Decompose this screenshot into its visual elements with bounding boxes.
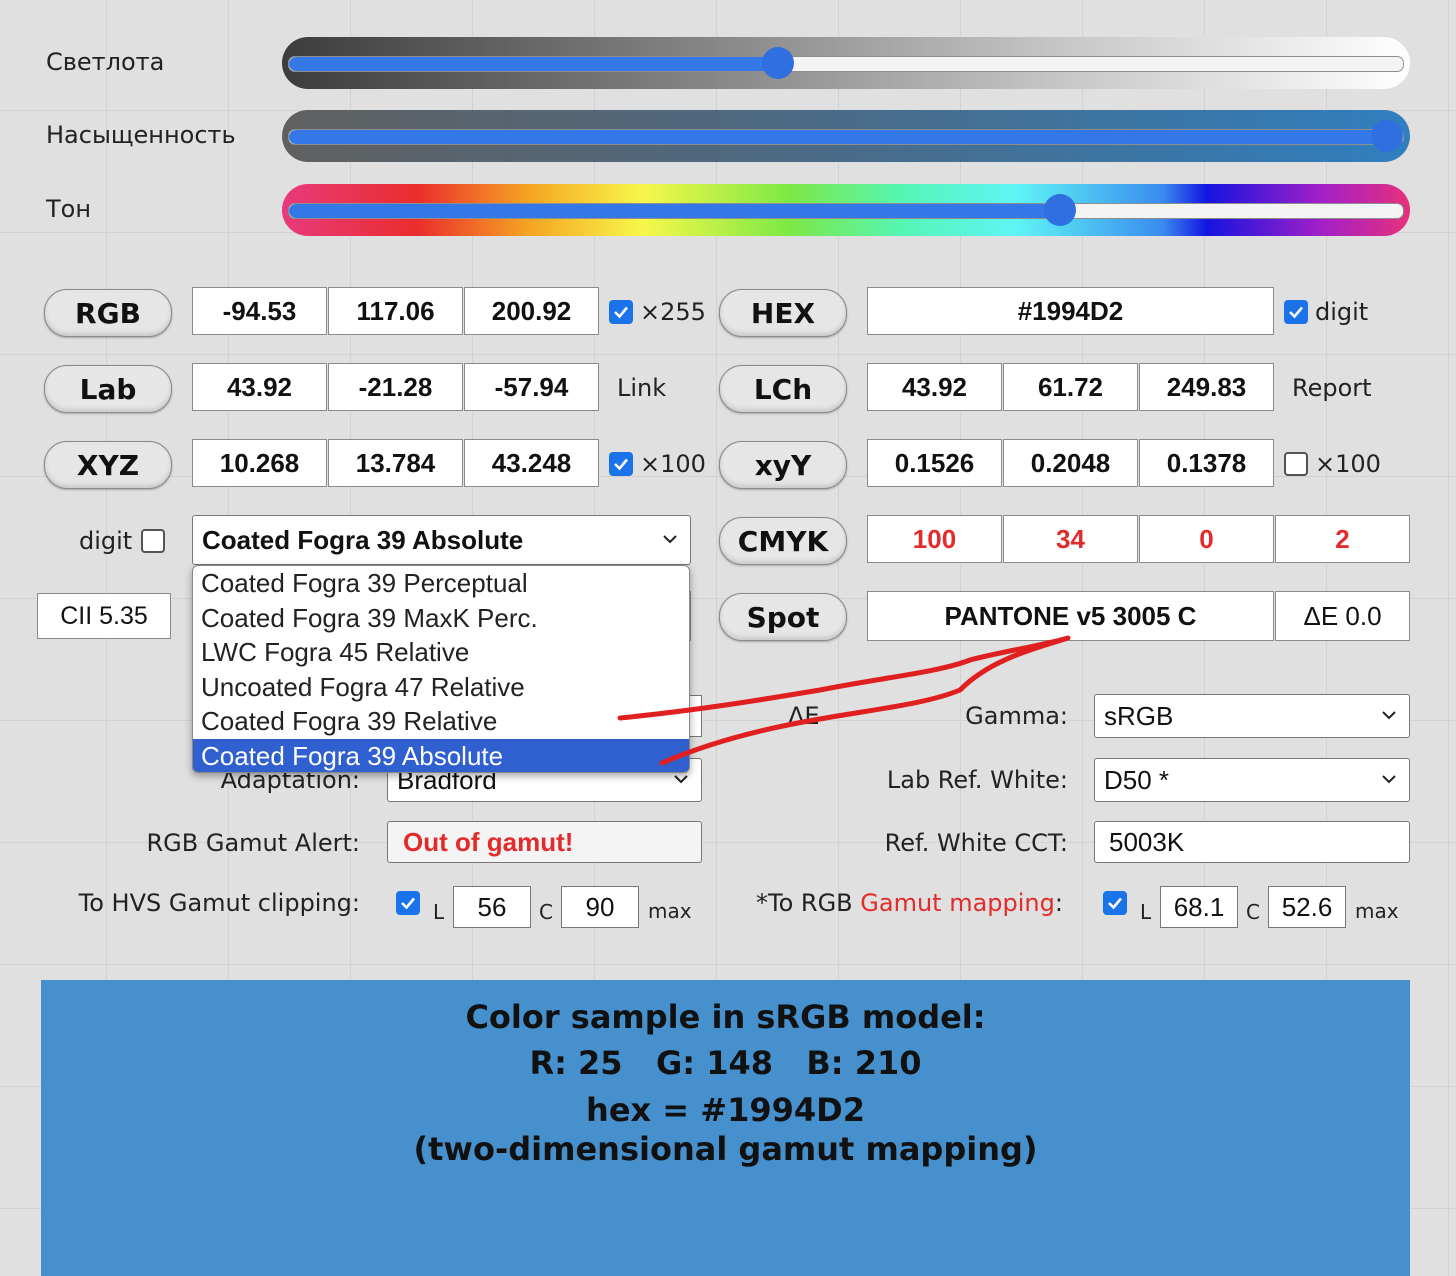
hvs-l-input[interactable]: 56 [453, 886, 531, 928]
lab-a-field[interactable]: -21.28 [328, 363, 463, 411]
hvs-c-label: C [539, 900, 553, 924]
hue-label: Тон [46, 195, 92, 223]
ref-white-cct-field[interactable]: 5003K [1094, 821, 1410, 863]
gamma-select[interactable]: sRGB [1094, 694, 1410, 738]
lab-ref-white-label: Lab Ref. White: [886, 766, 1068, 794]
rgb-mapping-checkbox[interactable] [1103, 891, 1127, 915]
rgb-button[interactable]: RGB [44, 289, 172, 337]
profile-option[interactable]: Uncoated Fogra 47 Relative [193, 670, 689, 705]
rgb-x255-label: ×255 [640, 298, 706, 326]
link-label[interactable]: Link [617, 374, 666, 402]
cmyk-c-field[interactable]: 100 [867, 515, 1002, 563]
chevron-down-icon [674, 775, 688, 784]
rgb-mapping-label: *To RGB Gamut mapping: [756, 889, 1063, 917]
xyz-x100-checkbox[interactable] [609, 452, 633, 476]
lab-ref-white-value: D50 * [1104, 764, 1170, 795]
rgb-mapping-c-input[interactable]: 52.6 [1268, 886, 1346, 928]
chevron-down-icon [663, 535, 677, 544]
gamma-select-value: sRGB [1104, 700, 1174, 731]
digit-label: digit [79, 527, 133, 555]
profile-select-value: Coated Fogra 39 Absolute [202, 524, 524, 555]
hvs-c-input[interactable]: 90 [561, 886, 639, 928]
xyy-x100-checkbox[interactable] [1284, 452, 1308, 476]
xyy-x-field[interactable]: 0.1526 [867, 439, 1002, 487]
hvs-l-label: L [433, 900, 445, 924]
delta-e-label: ΔE [788, 702, 820, 730]
chevron-down-icon [1382, 711, 1396, 720]
xyz-x100-label: ×100 [640, 450, 706, 478]
rgb-mapping-l-label: L [1140, 900, 1152, 924]
sample-note: (two-dimensional gamut mapping) [413, 1130, 1038, 1168]
lch-h-field[interactable]: 249.83 [1139, 363, 1274, 411]
hex-digit-checkbox[interactable] [1284, 300, 1308, 324]
ref-white-cct-label: Ref. White CCT: [884, 829, 1068, 857]
chevron-down-icon [1382, 775, 1396, 784]
digit-checkbox[interactable] [141, 529, 165, 553]
gamut-alert-field: Out of gamut! [387, 821, 702, 863]
cmyk-m-field[interactable]: 34 [1003, 515, 1138, 563]
color-sample-panel: Color sample in sRGB model: R: 25 G: 148… [41, 980, 1410, 1276]
profile-option[interactable]: Coated Fogra 39 MaxK Perc. [193, 601, 689, 636]
hue-slider[interactable] [282, 184, 1410, 236]
xyz-x-field[interactable]: 10.268 [192, 439, 327, 487]
check-icon [1289, 306, 1303, 319]
rgb-mapping-l-input[interactable]: 68.1 [1160, 886, 1238, 928]
rgb-mapping-c-label: C [1246, 900, 1260, 924]
profile-select[interactable]: Coated Fogra 39 Absolute [192, 515, 691, 565]
lightness-slider[interactable] [282, 37, 1410, 89]
xyz-y-field[interactable]: 13.784 [328, 439, 463, 487]
lab-l-field[interactable]: 43.92 [192, 363, 327, 411]
rgb-b-field[interactable]: 200.92 [464, 287, 599, 335]
lch-button[interactable]: LCh [719, 365, 847, 413]
hex-digit-label: digit [1315, 298, 1369, 326]
gamut-alert-label: RGB Gamut Alert: [146, 829, 360, 857]
hvs-max-label: max [648, 899, 692, 923]
xyz-z-field[interactable]: 43.248 [464, 439, 599, 487]
xyy-Y-field[interactable]: 0.1378 [1139, 439, 1274, 487]
saturation-slider[interactable] [282, 110, 1410, 162]
sample-title: Color sample in sRGB model: [465, 998, 986, 1036]
check-icon [401, 897, 415, 910]
rgb-g-field[interactable]: 117.06 [328, 287, 463, 335]
lightness-label: Светлота [46, 48, 165, 76]
sample-hex: hex = #1994D2 [586, 1091, 865, 1129]
lab-b-field[interactable]: -57.94 [464, 363, 599, 411]
cmyk-k-field[interactable]: 2 [1275, 515, 1410, 563]
cii-field: CII 5.35 [37, 593, 171, 639]
rgb-r-field[interactable]: -94.53 [192, 287, 327, 335]
gamma-label: Gamma: [965, 702, 1068, 730]
lch-c-field[interactable]: 61.72 [1003, 363, 1138, 411]
xyy-button[interactable]: xyY [719, 441, 847, 489]
report-label[interactable]: Report [1292, 374, 1372, 402]
rgb-mapping-max-label: max [1355, 899, 1399, 923]
hvs-clipping-label: To HVS Gamut clipping: [78, 889, 360, 917]
profile-option-selected[interactable]: Coated Fogra 39 Absolute [193, 738, 689, 772]
xyz-button[interactable]: XYZ [44, 441, 172, 489]
xyy-x100-label: ×100 [1315, 450, 1381, 478]
spot-field[interactable]: PANTONE v5 3005 C [867, 591, 1274, 641]
hex-field[interactable]: #1994D2 [867, 287, 1274, 335]
check-icon [1108, 897, 1122, 910]
profile-option[interactable]: Coated Fogra 39 Perceptual [193, 566, 689, 601]
rgb-x255-checkbox[interactable] [609, 300, 633, 324]
profile-option[interactable]: LWC Fogra 45 Relative [193, 635, 689, 670]
xyy-y-field[interactable]: 0.2048 [1003, 439, 1138, 487]
lab-button[interactable]: Lab [44, 365, 172, 413]
check-icon [614, 458, 628, 471]
profile-option[interactable]: Coated Fogra 39 Relative [193, 704, 689, 739]
saturation-label: Насыщенность [46, 121, 236, 149]
spot-button[interactable]: Spot [719, 593, 847, 641]
hvs-clipping-checkbox[interactable] [396, 891, 420, 915]
sample-rgb-values: R: 25 G: 148 B: 210 [529, 1044, 922, 1082]
spot-delta-e: ΔE 0.0 [1275, 591, 1410, 641]
profile-dropdown-list[interactable]: Coated Fogra 39 Perceptual Coated Fogra … [192, 565, 690, 773]
lab-ref-white-select[interactable]: D50 * [1094, 758, 1410, 802]
cmyk-y-field[interactable]: 0 [1139, 515, 1274, 563]
cmyk-button[interactable]: CMYK [719, 517, 847, 565]
hex-button[interactable]: HEX [719, 289, 847, 337]
lch-l-field[interactable]: 43.92 [867, 363, 1002, 411]
check-icon [614, 306, 628, 319]
